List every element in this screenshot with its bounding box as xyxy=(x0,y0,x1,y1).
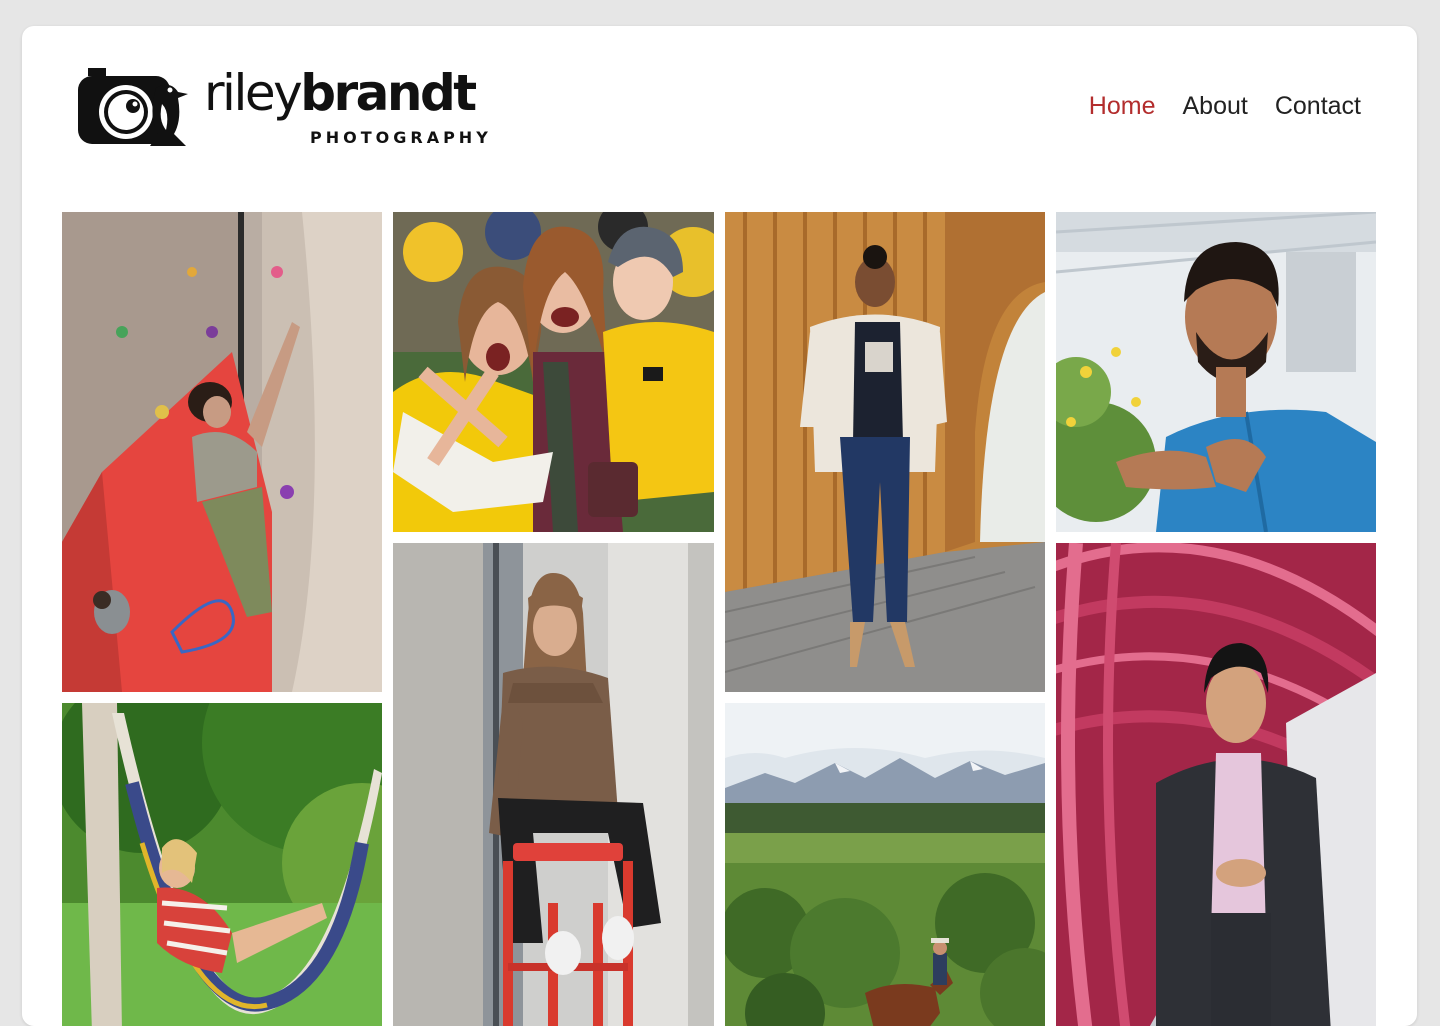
camera-penguin-icon xyxy=(78,68,188,146)
logo-wordmark: rileybrandt xyxy=(204,68,477,118)
gallery-photo-valley-rider[interactable] xyxy=(725,703,1045,1026)
site-logo[interactable]: rileybrandt PHOTOGRAPHY xyxy=(78,68,498,148)
climber-photo xyxy=(62,212,382,692)
gallery-photo-man-bridge[interactable] xyxy=(1056,543,1376,1026)
gallery-photo-climber[interactable] xyxy=(62,212,382,692)
page-card: rileybrandt PHOTOGRAPHY Home About Conta… xyxy=(22,26,1417,1026)
logo-text-bold: brandt xyxy=(300,64,477,122)
woman-blazer-photo xyxy=(725,212,1045,692)
logo-subtitle: PHOTOGRAPHY xyxy=(310,128,492,147)
nav-contact-link[interactable]: Contact xyxy=(1275,92,1361,121)
man-plant-photo xyxy=(1056,212,1376,532)
nav-home-link[interactable]: Home xyxy=(1089,92,1156,121)
gallery-photo-woman-stool[interactable] xyxy=(393,543,714,1026)
hammock-photo xyxy=(62,703,382,1026)
gallery-photo-cheering-students[interactable] xyxy=(393,212,714,532)
logo-text-light: riley xyxy=(204,64,303,122)
gallery-photo-woman-blazer[interactable] xyxy=(725,212,1045,692)
nav-about-link[interactable]: About xyxy=(1182,92,1247,121)
woman-stool-photo xyxy=(393,543,714,1026)
gallery-photo-man-plant[interactable] xyxy=(1056,212,1376,532)
cheering-students-photo xyxy=(393,212,714,532)
gallery-photo-hammock[interactable] xyxy=(62,703,382,1026)
main-nav: Home About Contact xyxy=(1089,92,1361,121)
man-bridge-photo xyxy=(1056,543,1376,1026)
valley-rider-photo xyxy=(725,703,1045,1026)
